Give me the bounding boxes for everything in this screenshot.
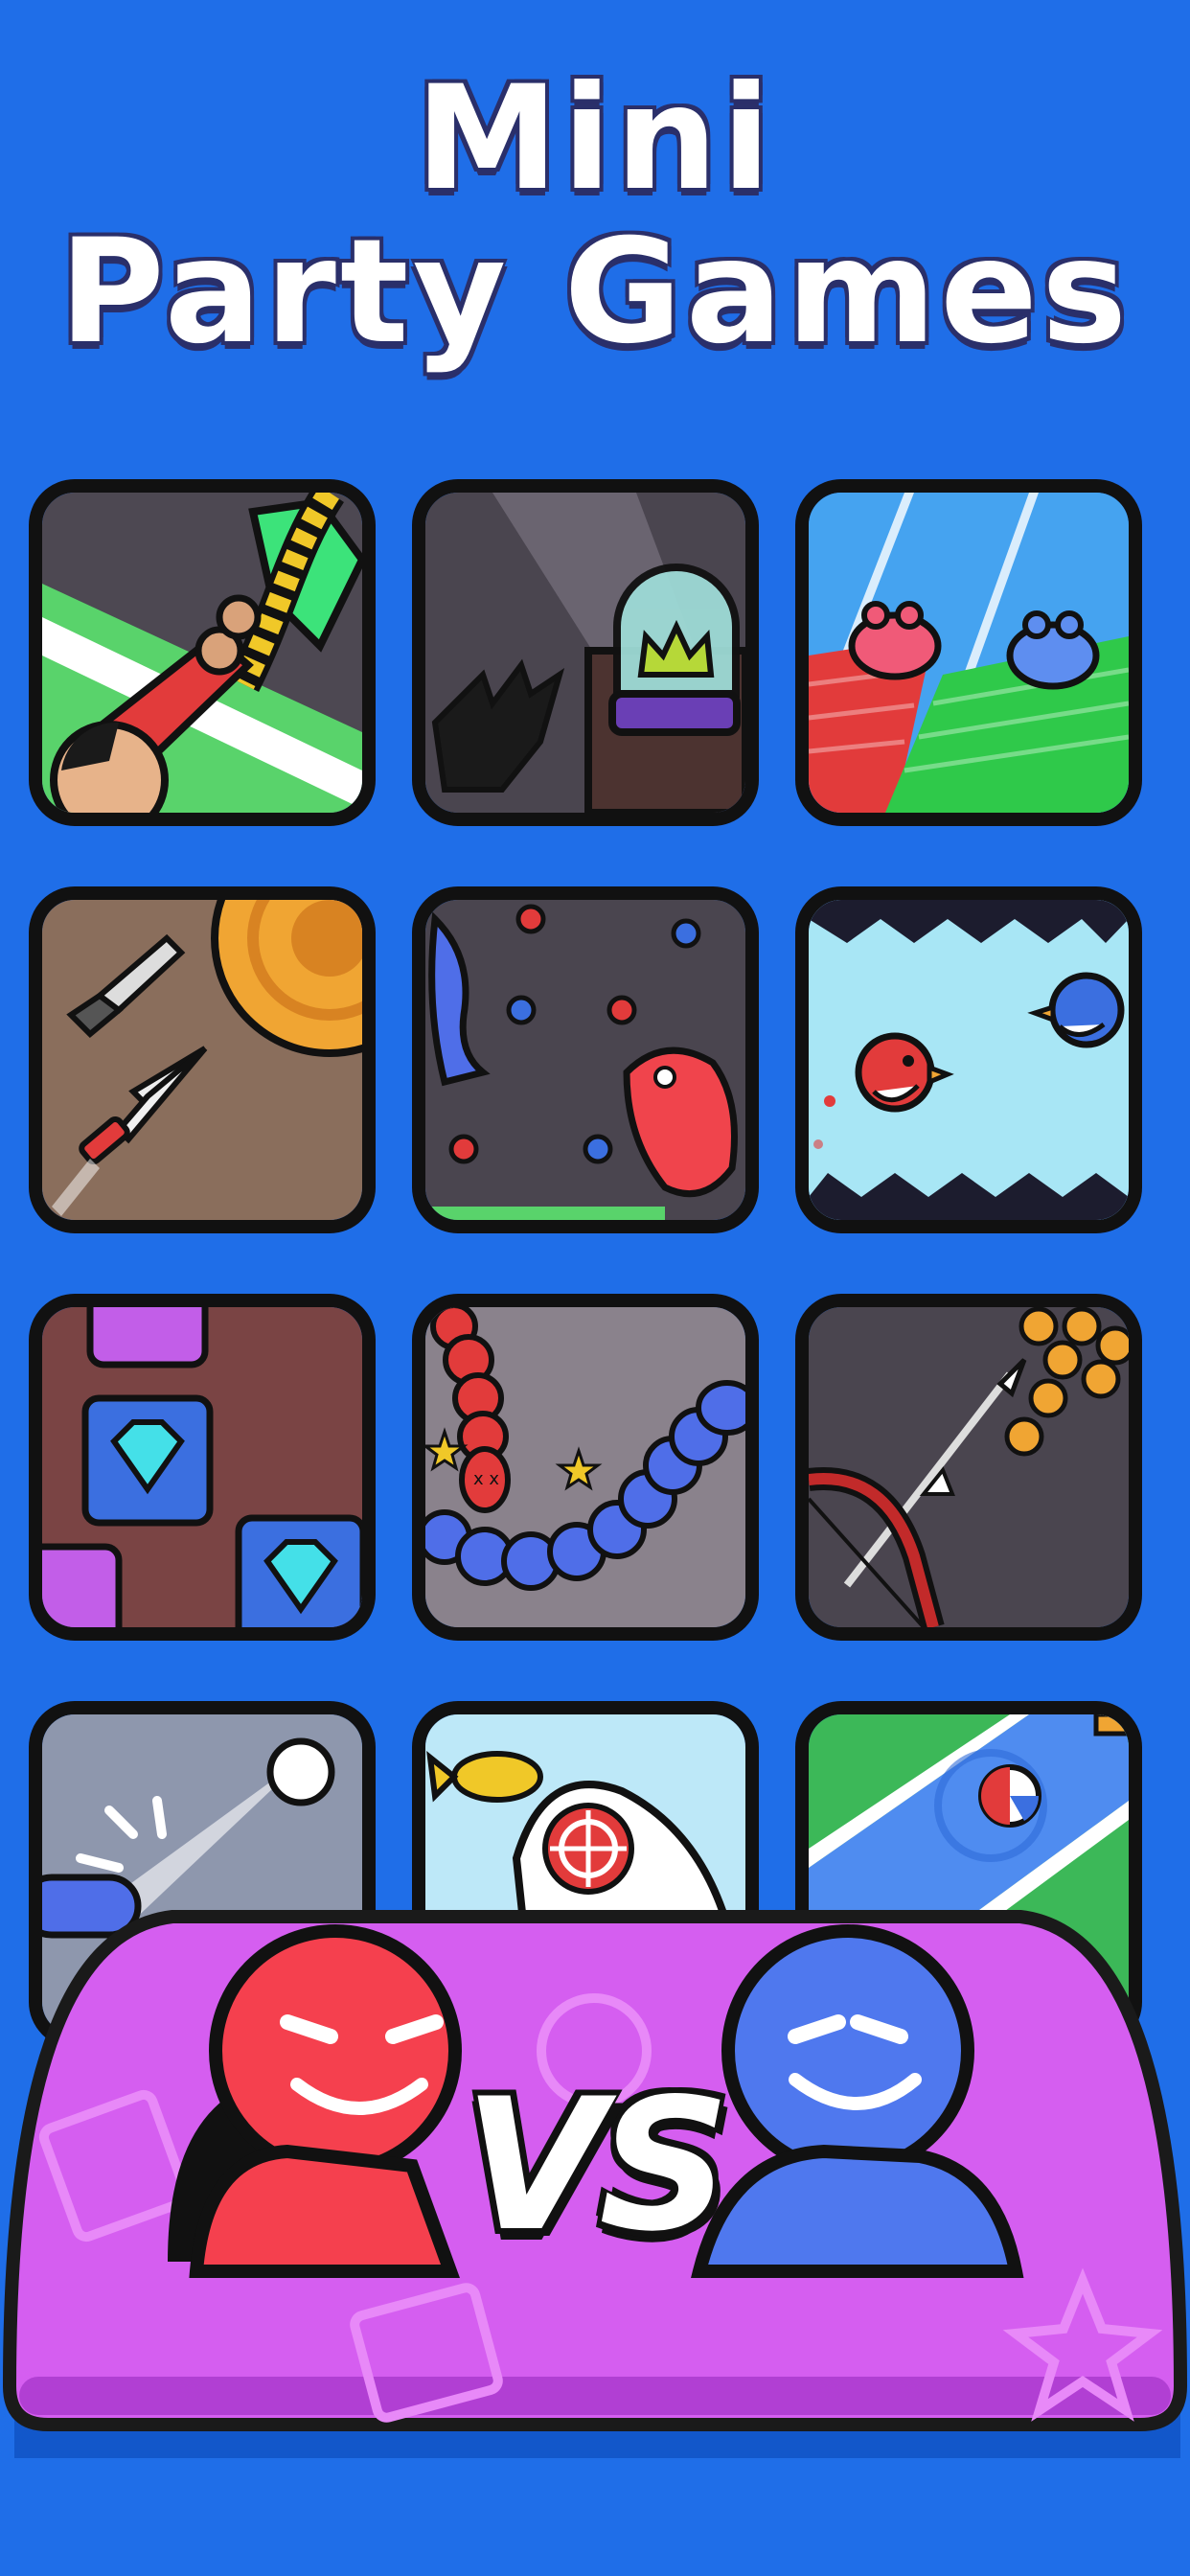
rope-climber-icon xyxy=(42,493,362,813)
game-tile-knife-throw[interactable] xyxy=(29,886,376,1233)
knife-log-icon xyxy=(42,900,362,1220)
game-tile-snake-battle[interactable]: x x xyxy=(412,1294,759,1641)
ball-paddle-icon xyxy=(42,1714,362,2035)
title-line-2: Party Games xyxy=(58,209,1132,376)
beach-ball-icon xyxy=(809,1714,1129,2035)
game-tile-archery[interactable] xyxy=(795,1294,1142,1641)
game-tile-rope-climb[interactable] xyxy=(29,479,376,826)
diamond-cards-icon xyxy=(42,1307,362,1627)
title-line-1: Mini xyxy=(415,56,775,222)
frogs-racing-icon xyxy=(809,493,1129,813)
game-tile-beach-ball[interactable] xyxy=(795,1701,1142,2048)
svg-text:x x: x x xyxy=(473,1469,499,1489)
game-tile-crown-steal[interactable] xyxy=(412,479,759,826)
game-tile-dino-eat[interactable] xyxy=(412,886,759,1233)
snakes-icon: x x xyxy=(425,1307,745,1627)
seal-target-icon xyxy=(425,1714,745,2035)
bow-arrow-icon xyxy=(809,1307,1129,1627)
game-tile-ball-bat[interactable] xyxy=(29,1701,376,2048)
game-tile-gem-match[interactable] xyxy=(29,1294,376,1641)
game-tile-frog-stairs[interactable] xyxy=(795,479,1142,826)
game-tile-seal-fish[interactable] xyxy=(412,1701,759,2048)
flappy-birds-icon xyxy=(809,900,1129,1220)
vs-text: VS xyxy=(464,2059,730,2271)
game-tile-bird-flap[interactable] xyxy=(795,886,1142,1233)
crown-dome-icon xyxy=(425,493,745,813)
dinosaurs-balls-icon xyxy=(425,900,745,1220)
